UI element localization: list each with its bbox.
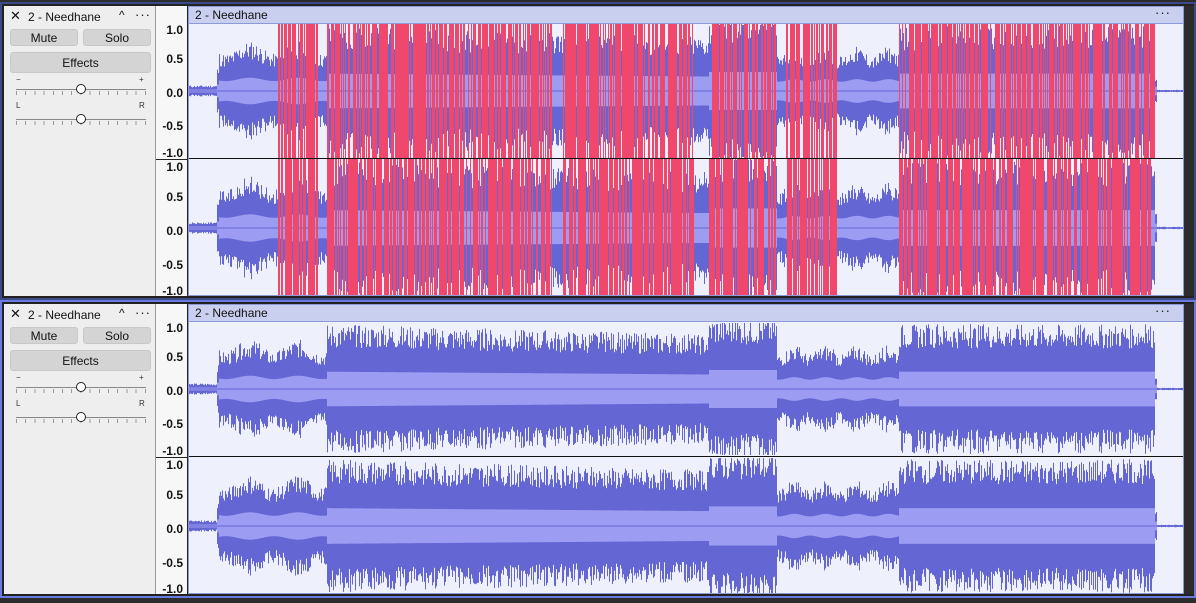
gain-plus-label: + — [139, 373, 144, 382]
gain-slider-knob[interactable] — [76, 84, 86, 94]
gain-plus-label: + — [139, 75, 144, 84]
pan-left-label: L — [16, 101, 21, 110]
track-1[interactable]: ✕ 2 - Needhane ^ ··· Mute Solo Effects −… — [0, 2, 1196, 300]
track-2[interactable]: ✕ 2 - Needhane ^ ··· Mute Solo Effects −… — [0, 300, 1196, 598]
vertical-ruler: 1.0 0.5 0.0 -0.5 -1.0 1.0 0.5 0.0 -0.5 -… — [156, 304, 188, 596]
track-header: ✕ 2 - Needhane ^ ··· — [4, 6, 155, 28]
ruler-label: 1.0 — [166, 458, 183, 472]
ruler-label: -0.5 — [162, 258, 183, 272]
ruler-label: 1.0 — [166, 321, 183, 335]
effects-button[interactable]: Effects — [10, 350, 151, 371]
solo-button[interactable]: Solo — [83, 327, 151, 344]
ruler-label: -1.0 — [162, 284, 183, 298]
ruler-label: 0.0 — [166, 522, 183, 536]
ruler-label: -1.0 — [162, 146, 183, 160]
ruler-label: -0.5 — [162, 556, 183, 570]
ruler-label: 0.5 — [166, 350, 183, 364]
ruler-label: -1.0 — [162, 444, 183, 458]
ruler-label: 0.5 — [166, 52, 183, 66]
clip-title-bar[interactable]: 2 - Needhane ··· — [189, 305, 1183, 322]
gain-slider-knob[interactable] — [76, 382, 86, 392]
audio-clip[interactable]: 2 - Needhane ··· — [188, 6, 1184, 296]
effects-button[interactable]: Effects — [10, 52, 151, 73]
track-control-panel: ✕ 2 - Needhane ^ ··· Mute Solo Effects −… — [4, 6, 156, 296]
collapse-icon[interactable]: ^ — [119, 306, 125, 320]
ruler-label: 1.0 — [166, 160, 183, 174]
track-name[interactable]: 2 - Needhane — [28, 10, 101, 24]
ruler-label: 0.5 — [166, 190, 183, 204]
mute-button[interactable]: Mute — [10, 327, 78, 344]
solo-button[interactable]: Solo — [83, 29, 151, 46]
ruler-label: 0.5 — [166, 488, 183, 502]
track-menu-icon[interactable]: ··· — [135, 7, 151, 22]
clip-menu-icon[interactable]: ··· — [1155, 305, 1171, 318]
clip-title: 2 - Needhane — [195, 306, 268, 320]
clip-title-bar[interactable]: 2 - Needhane ··· — [189, 7, 1183, 24]
ruler-label: -0.5 — [162, 417, 183, 431]
close-track-icon[interactable]: ✕ — [10, 307, 21, 321]
track-edge — [1184, 304, 1194, 594]
ruler-label: 0.0 — [166, 86, 183, 100]
channel-divider — [189, 456, 1183, 457]
mute-button[interactable]: Mute — [10, 29, 78, 46]
track-menu-icon[interactable]: ··· — [135, 305, 151, 320]
channel-divider — [189, 158, 1183, 159]
track-control-panel: ✕ 2 - Needhane ^ ··· Mute Solo Effects −… — [4, 304, 156, 594]
close-track-icon[interactable]: ✕ — [10, 9, 21, 23]
ruler-label: 0.0 — [166, 224, 183, 238]
gain-minus-label: − — [16, 75, 21, 84]
track-name[interactable]: 2 - Needhane — [28, 308, 101, 322]
track-header: ✕ 2 - Needhane ^ ··· — [4, 304, 155, 326]
pan-left-label: L — [16, 399, 21, 408]
track-edge — [1184, 6, 1194, 296]
pan-right-label: R — [139, 101, 145, 110]
clip-title: 2 - Needhane — [195, 8, 268, 22]
audio-clip[interactable]: 2 - Needhane ··· — [188, 304, 1184, 594]
ruler-label: 0.0 — [166, 384, 183, 398]
pan-right-label: R — [139, 399, 145, 408]
pan-slider-knob[interactable] — [76, 114, 86, 124]
ruler-label: -1.0 — [162, 582, 183, 596]
waveform — [189, 24, 1183, 295]
ruler-label: -0.5 — [162, 119, 183, 133]
vertical-ruler: 1.0 0.5 0.0 -0.5 -1.0 1.0 0.5 0.0 -0.5 -… — [156, 6, 188, 298]
pan-slider-knob[interactable] — [76, 412, 86, 422]
clip-menu-icon[interactable]: ··· — [1155, 7, 1171, 20]
gain-minus-label: − — [16, 373, 21, 382]
waveform — [189, 323, 1183, 593]
collapse-icon[interactable]: ^ — [119, 8, 125, 22]
ruler-label: 1.0 — [166, 23, 183, 37]
